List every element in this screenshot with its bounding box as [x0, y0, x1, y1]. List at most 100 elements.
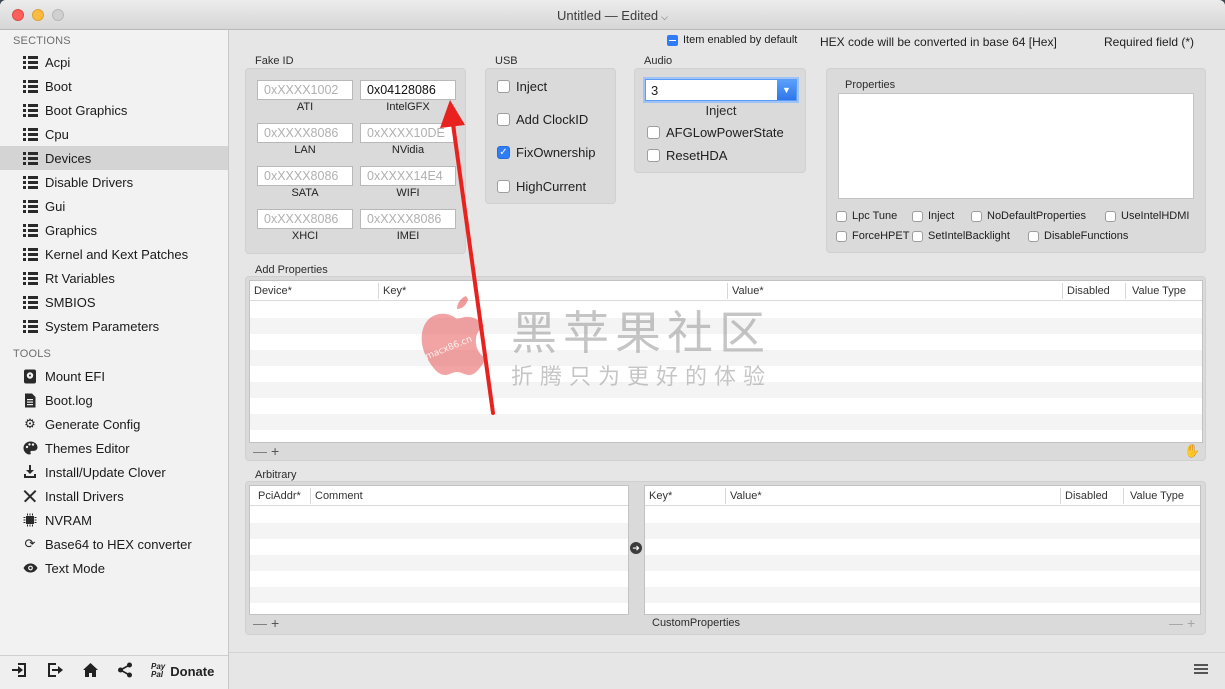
sidebar-item-acpi[interactable]: Acpi	[0, 50, 228, 74]
tool-mount-efi[interactable]: Mount EFI	[0, 364, 228, 388]
tool-generate-config[interactable]: ⚙ Generate Config	[0, 412, 228, 436]
column-value[interactable]: Value*	[728, 285, 764, 297]
tool-boot-log[interactable]: Boot.log	[0, 388, 228, 412]
fake-id-ati-field[interactable]: 0xXXXX1002	[257, 80, 353, 100]
fake-id-intelgfx-field[interactable]: 0x04128086	[360, 80, 456, 100]
sidebar-item-cpu[interactable]: Cpu	[0, 122, 228, 146]
column-device[interactable]: Device*	[250, 285, 292, 297]
fake-id-sata-field[interactable]: 0xXXXX8086	[257, 166, 353, 186]
fake-id-lan-field[interactable]: 0xXXXX8086	[257, 123, 353, 143]
tool-base64-to-hex-converter[interactable]: ⟳ Base64 to HEX converter	[0, 532, 228, 556]
column-disabled[interactable]: Disabled	[1063, 285, 1110, 297]
add-properties-table[interactable]: Device* Key* Value* Disabled Value Type	[249, 280, 1203, 443]
list-icon	[22, 222, 38, 238]
menu-lines-icon[interactable]	[1194, 664, 1208, 674]
props-lpc-tune-checkbox[interactable]: Lpc Tune	[836, 210, 897, 222]
sidebar-item-label: Kernel and Kext Patches	[45, 246, 189, 262]
column-comment[interactable]: Comment	[311, 490, 363, 502]
sidebar-item-system-parameters[interactable]: System Parameters	[0, 314, 228, 338]
sidebar-item-disable-drivers[interactable]: Disable Drivers	[0, 170, 228, 194]
tool-text-mode[interactable]: Text Mode	[0, 556, 228, 580]
custom-properties-add-button[interactable]: +	[1187, 615, 1200, 631]
list-icon	[22, 270, 38, 286]
fake-id-nvidia-caption: NVidia	[391, 144, 425, 156]
props-setintelbacklight-checkbox[interactable]: SetIntelBacklight	[912, 230, 1010, 242]
column-value-type[interactable]: Value Type	[1126, 490, 1184, 502]
props-forcehpet-checkbox[interactable]: ForceHPET	[836, 230, 909, 242]
audio-resethda-checkbox[interactable]: ResetHDA	[647, 148, 727, 163]
sidebar-item-rt-variables[interactable]: Rt Variables	[0, 266, 228, 290]
fake-id-xhci-caption: XHCI	[291, 230, 319, 242]
hand-icon: ✋	[1184, 443, 1201, 458]
devices-panel: Item enabled by default HEX code will be…	[229, 30, 1225, 689]
table-header: Key* Value* Disabled Value Type	[645, 486, 1200, 506]
column-value-type[interactable]: Value Type	[1128, 285, 1186, 297]
window-title[interactable]: Untitled — Edited ⌵	[0, 8, 1225, 23]
import-icon[interactable]	[8, 662, 30, 684]
sidebar-item-kernel-and-kext-patches[interactable]: Kernel and Kext Patches	[0, 242, 228, 266]
sidebar-item-smbios[interactable]: SMBIOS	[0, 290, 228, 314]
usb-inject-checkbox[interactable]: Inject	[497, 79, 547, 94]
app-window: Untitled — Edited ⌵ SECTIONS Acpi Boot Bo…	[0, 0, 1225, 689]
usb-highcurrent-checkbox[interactable]: HighCurrent	[497, 179, 586, 194]
column-key[interactable]: Key*	[645, 490, 672, 502]
export-icon[interactable]	[44, 662, 66, 684]
sidebar-bottom-bar: Pay Pal Donate	[0, 655, 228, 689]
arbitrary-pci-table[interactable]: PciAddr* Comment	[249, 485, 629, 615]
tool-themes-editor[interactable]: Themes Editor	[0, 436, 228, 460]
column-pciaddr[interactable]: PciAddr*	[254, 490, 301, 502]
column-disabled[interactable]: Disabled	[1061, 490, 1108, 502]
donate-label: Donate	[170, 663, 215, 679]
fake-id-intelgfx-caption: IntelGFX	[386, 101, 430, 113]
custom-properties-remove-button[interactable]: —	[1169, 615, 1188, 631]
table-rows	[250, 507, 628, 614]
arbitrary-custom-properties-table[interactable]: Key* Value* Disabled Value Type	[644, 485, 1201, 615]
column-key[interactable]: Key*	[379, 285, 406, 297]
tool-label: Generate Config	[45, 416, 141, 432]
arrow-right-circle-icon[interactable]: ➜	[630, 542, 642, 554]
usb-add-clockid-checkbox[interactable]: Add ClockID	[497, 112, 588, 127]
list-icon	[22, 54, 38, 70]
arbitrary-add-button[interactable]: +	[271, 615, 284, 631]
column-value[interactable]: Value*	[726, 490, 762, 502]
list-icon	[22, 126, 38, 142]
add-properties-title: Add Properties	[255, 264, 328, 276]
add-properties-add-button[interactable]: +	[271, 443, 284, 459]
usb-fixownership-checkbox[interactable]: ✓ FixOwnership	[497, 145, 595, 160]
fake-id-imei-field[interactable]: 0xXXXX8086	[360, 209, 456, 229]
fake-id-title: Fake ID	[255, 55, 294, 67]
sidebar-item-gui[interactable]: Gui	[0, 194, 228, 218]
fake-id-sata-caption: SATA	[291, 187, 319, 199]
arbitrary-remove-button[interactable]: —	[253, 615, 272, 631]
audio-inject-caption: Inject	[705, 103, 737, 118]
tool-install-update-clover[interactable]: Install/Update Clover	[0, 460, 228, 484]
props-disablefunctions-checkbox[interactable]: DisableFunctions	[1028, 230, 1128, 242]
home-icon[interactable]	[79, 662, 101, 684]
arbitrary-title: Arbitrary	[255, 469, 297, 481]
audio-afglowpowerstate-checkbox[interactable]: AFGLowPowerState	[647, 125, 784, 140]
document-icon	[22, 392, 38, 408]
props-inject-checkbox[interactable]: Inject	[912, 210, 954, 222]
fake-id-xhci-field[interactable]: 0xXXXX8086	[257, 209, 353, 229]
fake-id-wifi-field[interactable]: 0xXXXX14E4	[360, 166, 456, 186]
chevron-down-icon: ⌵	[661, 12, 668, 22]
props-useintelhdmi-checkbox[interactable]: UseIntelHDMI	[1105, 210, 1189, 222]
audio-inject-select[interactable]: 3 ▼	[645, 79, 797, 101]
sidebar-item-graphics[interactable]: Graphics	[0, 218, 228, 242]
sidebar-item-boot[interactable]: Boot	[0, 74, 228, 98]
enabled-indicator-icon	[667, 34, 678, 46]
sidebar-item-devices[interactable]: Devices	[0, 146, 228, 170]
tool-install-drivers[interactable]: Install Drivers	[0, 484, 228, 508]
document-status: — Edited	[604, 8, 659, 23]
fake-id-lan-caption: LAN	[294, 144, 316, 156]
fake-id-nvidia-field[interactable]: 0xXXXX10DE	[360, 123, 456, 143]
properties-text-area[interactable]	[838, 93, 1194, 199]
hex-note: HEX code will be converted in base 64 [H…	[820, 35, 1057, 49]
sidebar-item-boot-graphics[interactable]: Boot Graphics	[0, 98, 228, 122]
donate-button[interactable]: Pay Pal Donate	[151, 663, 214, 679]
share-icon[interactable]	[114, 662, 136, 684]
list-icon	[22, 102, 38, 118]
tool-nvram[interactable]: NVRAM	[0, 508, 228, 532]
props-nodefaultproperties-checkbox[interactable]: NoDefaultProperties	[971, 210, 1086, 222]
add-properties-remove-button[interactable]: —	[253, 443, 272, 459]
